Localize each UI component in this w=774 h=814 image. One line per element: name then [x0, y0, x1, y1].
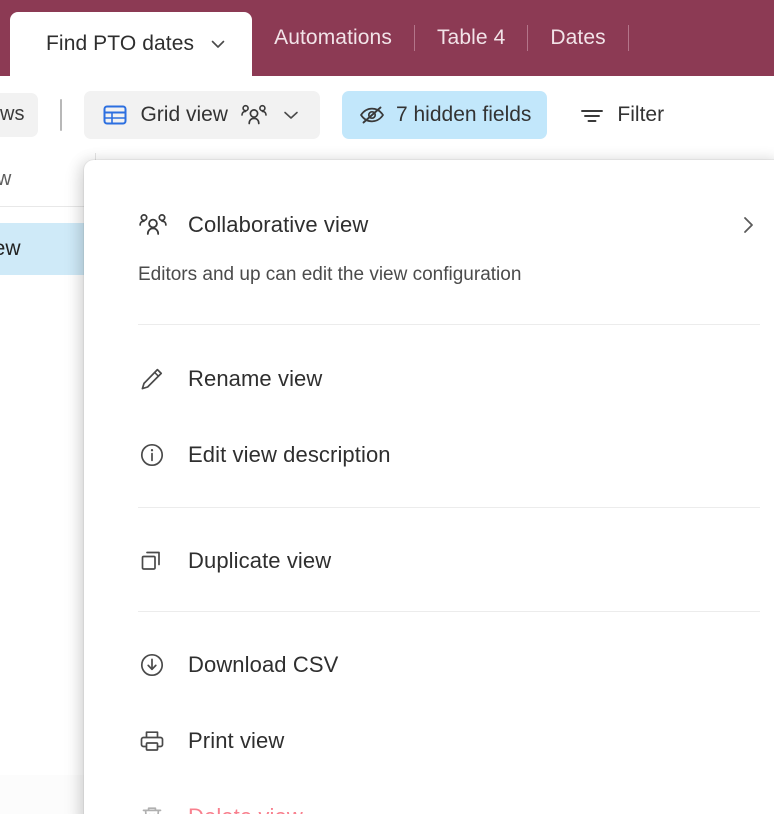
- download-circle-icon: [138, 651, 168, 679]
- app-root: Find PTO dates Automations Table 4 Dates: [0, 0, 774, 814]
- view-context-menu: Collaborative view Editors and up can ed…: [84, 160, 774, 814]
- menu-item-delete-view[interactable]: Delete view: [84, 789, 774, 814]
- duplicate-icon: [138, 548, 168, 574]
- filter-icon: [579, 104, 605, 126]
- table-tab-bar: Find PTO dates Automations Table 4 Dates: [0, 0, 774, 76]
- menu-spacer: [84, 693, 774, 713]
- tab-dates-label: Dates: [550, 26, 606, 49]
- menu-spacer: [84, 508, 774, 533]
- menu-item-collaborative-view[interactable]: Collaborative view: [84, 202, 774, 248]
- tab-find-pto-dates-label: Find PTO dates: [46, 32, 195, 55]
- collaborators-icon: [240, 103, 268, 127]
- tab-list: Find PTO dates Automations Table 4 Dates: [0, 0, 629, 76]
- menu-spacer: [84, 407, 774, 427]
- sidebar-item-grid-view[interactable]: l view: [0, 223, 95, 275]
- menu-spacer: [84, 286, 774, 324]
- collaborators-icon: [138, 212, 168, 238]
- views-button-label: ws: [0, 103, 25, 125]
- tab-find-pto-dates[interactable]: Find PTO dates: [10, 12, 253, 76]
- chevron-down-icon[interactable]: [208, 34, 228, 54]
- find-a-view-search[interactable]: d a view: [0, 153, 95, 207]
- menu-spacer: [84, 769, 774, 789]
- menu-item-duplicate-view-label: Duplicate view: [188, 548, 332, 573]
- eye-slash-icon: [358, 103, 386, 127]
- tab-table-4[interactable]: Table 4: [415, 0, 527, 76]
- menu-item-rename-view-label: Rename view: [188, 366, 323, 391]
- menu-item-collaborative-view-label: Collaborative view: [188, 212, 369, 237]
- collaborative-view-description: Editors and up can edit the view configu…: [138, 264, 522, 285]
- menu-item-edit-view-description[interactable]: Edit view description: [84, 427, 774, 483]
- menu-spacer: [84, 589, 774, 611]
- views-sidebar: d a view l view: [0, 153, 96, 814]
- sidebar-empty-area: [0, 275, 95, 775]
- pencil-icon: [138, 366, 168, 392]
- grid-icon: [102, 102, 128, 128]
- hidden-fields-button[interactable]: 7 hidden fields: [341, 90, 548, 139]
- menu-item-rename-view[interactable]: Rename view: [84, 351, 774, 407]
- info-circle-icon: [138, 441, 168, 469]
- printer-icon: [138, 728, 168, 754]
- menu-item-download-csv[interactable]: Download CSV: [84, 637, 774, 693]
- menu-spacer: [84, 483, 774, 507]
- tab-automations[interactable]: Automations: [252, 0, 414, 76]
- sidebar-spacer: [0, 207, 95, 223]
- menu-item-print-view-label: Print view: [188, 728, 285, 753]
- sidebar-item-grid-view-label: l view: [0, 237, 21, 260]
- menu-item-delete-view-label: Delete view: [188, 804, 303, 814]
- chevron-down-icon[interactable]: [280, 104, 302, 126]
- menu-item-print-view[interactable]: Print view: [84, 713, 774, 769]
- menu-spacer: [84, 612, 774, 637]
- menu-item-duplicate-view[interactable]: Duplicate view: [84, 533, 774, 589]
- menu-item-edit-view-description-label: Edit view description: [188, 442, 391, 467]
- grid-view-button[interactable]: Grid view: [84, 90, 320, 139]
- filter-label: Filter: [617, 102, 665, 126]
- tab-automations-label: Automations: [274, 26, 392, 49]
- views-button[interactable]: ws: [0, 92, 39, 137]
- tab-table-4-label: Table 4: [436, 26, 506, 49]
- view-toolbar: ws Grid view 7 hidden fields Filter: [0, 76, 774, 153]
- filter-button[interactable]: Filter: [569, 91, 674, 139]
- toolbar-divider: [60, 98, 63, 131]
- tab-dates[interactable]: Dates: [528, 0, 627, 76]
- find-a-view-placeholder: d a view: [0, 168, 11, 191]
- menu-item-download-csv-label: Download CSV: [188, 652, 339, 677]
- hidden-fields-label: 7 hidden fields: [395, 102, 532, 126]
- tab-separator: [627, 25, 629, 51]
- trash-icon: [138, 803, 168, 814]
- menu-spacer: [84, 325, 774, 351]
- grid-view-label: Grid view: [140, 102, 228, 126]
- chevron-right-icon[interactable]: [736, 213, 760, 237]
